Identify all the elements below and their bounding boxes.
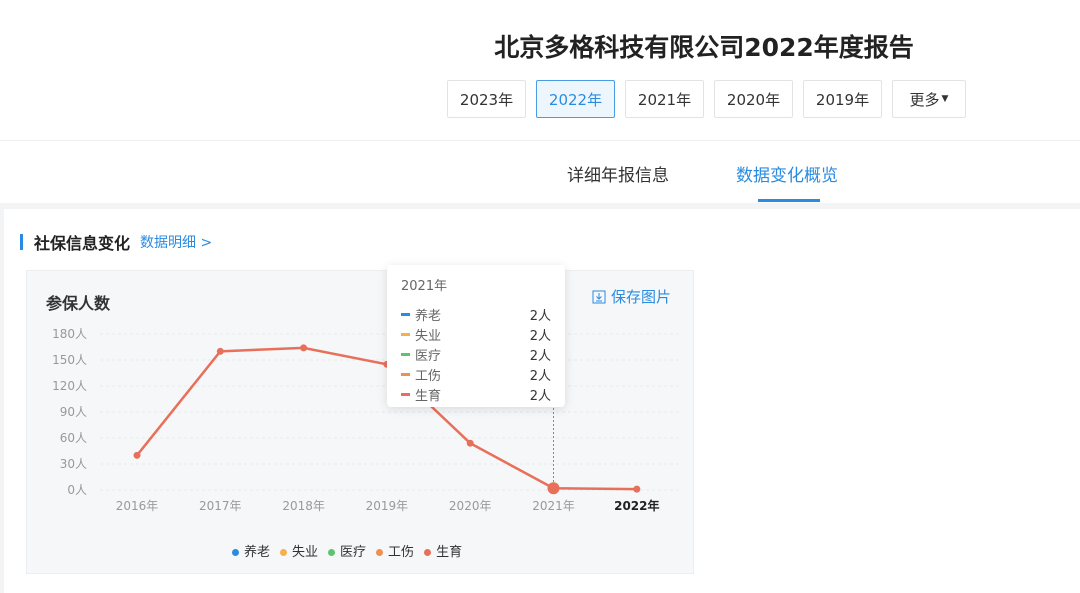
legend-label: 失业 — [292, 545, 319, 560]
tooltip-series-name: 生育 — [415, 388, 442, 404]
tooltip-series-value: 2人 — [529, 308, 551, 324]
data-point — [133, 451, 141, 459]
data-point — [466, 439, 474, 447]
series-marker-icon — [401, 372, 410, 376]
series-marker-icon — [401, 352, 410, 356]
legend-item[interactable]: 失业 — [280, 541, 318, 560]
y-tick-label: 180人 — [52, 327, 87, 341]
x-tick-label: 2017年 — [199, 499, 242, 513]
legend-dot-icon — [232, 549, 239, 556]
x-tick-label: 2016年 — [116, 499, 159, 513]
tooltip-row: 失业 2人 — [401, 324, 551, 344]
tooltip-series-name: 医疗 — [415, 348, 442, 364]
data-point — [216, 347, 224, 355]
x-tick-label: 2018年 — [282, 499, 325, 513]
data-point — [300, 344, 308, 352]
tooltip-series-name: 失业 — [415, 328, 442, 344]
tooltip-series-name: 工伤 — [415, 368, 442, 384]
legend-item[interactable]: 生育 — [424, 541, 462, 560]
legend-dot-icon — [328, 549, 336, 556]
legend-item[interactable]: 工伤 — [376, 541, 414, 560]
chart-legend: 养老 失业 医疗 工伤 生育 — [232, 541, 462, 560]
series-marker-icon — [401, 312, 410, 316]
tooltip-row: 生育 2人 — [401, 384, 551, 404]
data-point — [547, 482, 560, 495]
tooltip-row: 工伤 2人 — [401, 364, 551, 384]
legend-dot-icon — [424, 549, 432, 556]
y-tick-label: 60人 — [60, 431, 87, 445]
legend-item[interactable]: 养老 — [232, 541, 270, 560]
y-tick-label: 30人 — [60, 457, 87, 471]
legend-label: 工伤 — [388, 545, 415, 560]
series-marker-icon — [401, 392, 410, 396]
tooltip-title: 2021年 — [401, 279, 448, 294]
legend-item[interactable]: 医疗 — [328, 541, 366, 560]
tooltip-series-value: 2人 — [529, 388, 551, 404]
series-marker-icon — [401, 332, 410, 336]
tooltip-series-value: 2人 — [529, 328, 551, 344]
legend-label: 生育 — [436, 545, 463, 560]
data-point — [633, 485, 641, 493]
x-tick-label: 2020年 — [449, 499, 492, 513]
tooltip-series-value: 2人 — [529, 348, 551, 364]
legend-label: 医疗 — [340, 545, 367, 560]
tooltip-series-name: 养老 — [415, 308, 442, 324]
tooltip-row: 养老 2人 — [401, 304, 551, 324]
legend-label: 养老 — [244, 545, 271, 560]
legend-dot-icon — [376, 549, 384, 556]
y-tick-label: 90人 — [60, 405, 87, 419]
y-tick-label: 150人 — [52, 353, 87, 367]
tooltip-series-value: 2人 — [529, 368, 551, 384]
x-tick-label: 2022年 — [614, 498, 659, 513]
y-tick-label: 120人 — [52, 379, 87, 393]
x-tick-label: 2021年 — [532, 499, 575, 513]
y-tick-label: 0人 — [67, 483, 87, 497]
tooltip-row: 医疗 2人 — [401, 344, 551, 364]
x-tick-label: 2019年 — [366, 499, 409, 513]
chart-tooltip: 2021年 养老 2人 失业 2人 医疗 2人 工伤 2人 生育 2人 — [387, 265, 565, 407]
legend-dot-icon — [280, 549, 288, 556]
